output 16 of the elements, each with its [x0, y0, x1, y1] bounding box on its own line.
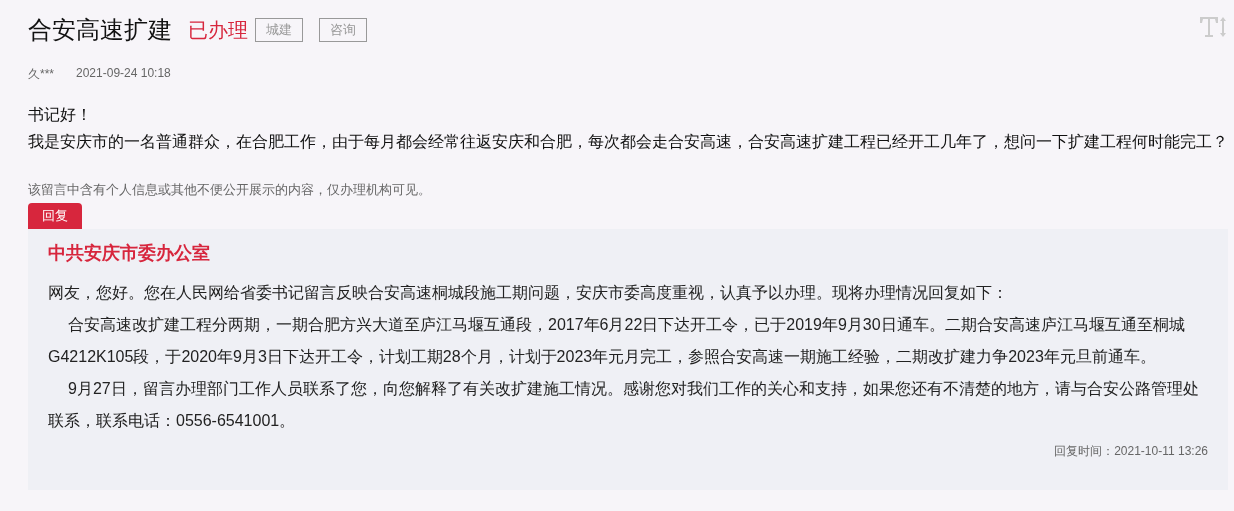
department-name: 中共安庆市委办公室 [48, 242, 211, 265]
font-size-icon[interactable] [1198, 15, 1228, 39]
reply-time: 回复时间：2021-10-11 13:26 [1053, 443, 1208, 460]
page-title: 合安高速扩建 [28, 15, 172, 45]
category-tag: 咨询 [319, 18, 367, 42]
message-text: 我是安庆市的一名普通群众，在合肥工作，由于每月都会经常往返安庆和合肥，每次都会走合安高速，合安高速扩建工程已经开工几年了，想问一下扩建工程何时能完工？ [28, 132, 1228, 152]
reply-paragraph: 网友，您好。您在人民网给省委书记留言反映合安高速桐城段施工期问题，安庆市委高度重视，认真予以办理。现将办理情况回复如下： [48, 283, 1009, 303]
author-name: 久*** [28, 66, 54, 83]
reply-paragraph: 合安高速改扩建工程分两期，一期合肥方兴大道至庐江马堰互通段，2017年6月22日下达开工令，已于2019年9月30日通车。二期合安高速庐江马堰互通至桐城G4212K105段，于2020年9月3日下达开工令，计划工期28个月，计划于2023年元月完工，参照合安高速一期施工经验，二期改扩建力争2023年元旦前通车。 [48, 315, 1186, 367]
reply-paragraph: 9月27日，留言办理部门工作人员联系了您，向您解释了有关改扩建施工情况。感谢您对我们工作的关心和支持，如果您还有不清楚的地方，请与合安公路管理处联系，联系电话：0556-6541001。 [48, 379, 1200, 431]
reply-label: 回复 [28, 203, 82, 229]
status-label: 已办理 [188, 17, 248, 43]
category-tag: 城建 [255, 18, 303, 42]
message-text: 书记好！ [28, 105, 93, 125]
post-time: 2021-09-24 10:18 [76, 66, 171, 82]
privacy-note: 该留言中含有个人信息或其他不便公开展示的内容，仅办理机构可见。 [28, 181, 432, 199]
